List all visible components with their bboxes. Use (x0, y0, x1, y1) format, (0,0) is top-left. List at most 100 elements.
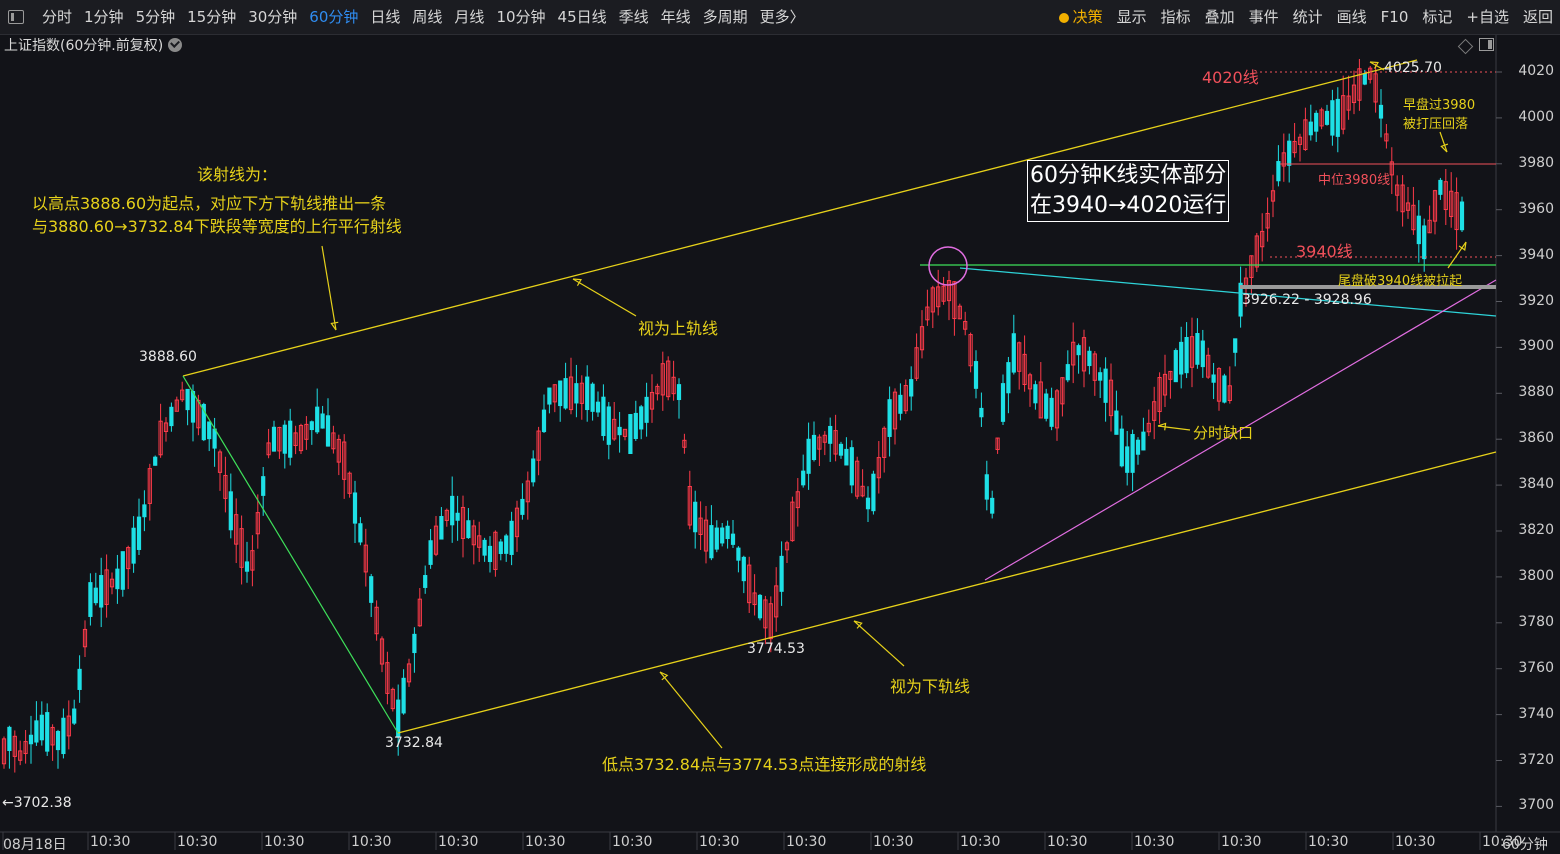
time-tick: 10:30 (177, 834, 218, 850)
candle-body (93, 587, 98, 604)
candle-body (115, 568, 120, 590)
candle-body (757, 594, 763, 619)
time-tick: 10:30 (873, 834, 914, 850)
candle-body (1276, 161, 1281, 182)
toolbar-item-6[interactable]: 画线 (1330, 0, 1374, 34)
toolbar-item-label: 决策 (1072, 8, 1103, 26)
toolbar-item-5[interactable]: 统计 (1286, 0, 1330, 34)
sidebar-toggle-icon[interactable] (8, 10, 24, 24)
tab-8[interactable]: 月线 (448, 0, 490, 34)
price-tick: 3820 (1518, 522, 1554, 538)
candle-body (1459, 201, 1465, 231)
body-range-line-1: 60分钟K线实体部分 (1030, 163, 1227, 188)
tab-10[interactable]: 45日线 (552, 0, 613, 34)
candle-body (806, 438, 811, 474)
check-icon[interactable] (168, 38, 183, 52)
candle-body (153, 456, 158, 466)
candle-body (1141, 431, 1146, 451)
tab-4[interactable]: 30分钟 (242, 0, 303, 34)
candle-body (1125, 446, 1130, 473)
tab-1[interactable]: 1分钟 (78, 0, 130, 34)
morning-note-1: 早盘过3980 (1403, 98, 1476, 113)
candle-body (1087, 350, 1092, 367)
gap-range-label: 3926.22 - 3928.96 (1242, 292, 1372, 308)
tab-11[interactable]: 季线 (613, 0, 655, 34)
candle-body (88, 582, 93, 617)
candle-body (828, 425, 833, 444)
candle-body (531, 458, 536, 483)
candle-body (271, 426, 277, 452)
candle-body (644, 396, 649, 423)
candle-body (120, 551, 125, 590)
tab-2[interactable]: 5分钟 (130, 0, 182, 34)
candle-body (99, 575, 104, 608)
candle-body (7, 726, 12, 752)
candle-body (1076, 345, 1081, 356)
candle-body (871, 473, 876, 512)
price-tick: 3980 (1518, 154, 1554, 171)
toolbar-item-10[interactable]: 返回 (1516, 0, 1560, 34)
toolbar-item-8[interactable]: 标记 (1415, 0, 1459, 34)
candle-body (990, 497, 995, 514)
candle-body (811, 434, 817, 461)
time-tick: 10:30 (612, 834, 653, 850)
line-4020-label: 4020线 (1202, 68, 1259, 87)
body-range-line-2: 在3940→4020运行 (1030, 193, 1227, 218)
candle-body (1287, 140, 1292, 166)
tab-3[interactable]: 15分钟 (181, 0, 242, 34)
tab-0[interactable]: 分时 (36, 0, 78, 34)
ray-title: 该射线为： (197, 165, 278, 184)
tab-14[interactable]: 更多〉 (754, 0, 811, 34)
time-tick: 10:30 (90, 834, 131, 850)
candle-body (838, 443, 844, 456)
toolbar-item-2[interactable]: 指标 (1154, 0, 1198, 34)
time-tick: 10:30 (960, 834, 1001, 850)
tab-12[interactable]: 年线 (655, 0, 697, 34)
lower-rail-arrow (853, 620, 905, 667)
price-tick: 4020 (1518, 63, 1554, 79)
low-3732-label: 3732.84 (385, 735, 443, 751)
candle-body (212, 428, 217, 449)
tab-13[interactable]: 多周期 (697, 0, 754, 34)
candlestick-chart[interactable] (0, 0, 1560, 850)
candle-body (423, 575, 428, 588)
low-ray-label: 低点3732.84点与3774.53点连接形成的射线 (602, 755, 927, 774)
candle-body (136, 516, 142, 550)
time-tick: 10:30 (1221, 834, 1262, 850)
candle-body (1011, 333, 1016, 373)
candle-body (325, 415, 331, 447)
candle-body (606, 406, 611, 445)
high-3888-label: 3888.60 (139, 349, 197, 365)
candle-body (736, 547, 741, 561)
candle-body (482, 539, 487, 556)
body-range-box: 60分钟K线实体部分 在3940→4020运行 (1027, 160, 1230, 222)
toolbar-item-4[interactable]: 事件 (1242, 0, 1286, 34)
candle-body (1211, 374, 1216, 383)
price-tick: 3900 (1518, 338, 1554, 355)
tab-6[interactable]: 日线 (364, 0, 406, 34)
candle-body (352, 492, 358, 524)
toolbar-item-9[interactable]: +自选 (1459, 0, 1516, 34)
candle-body (309, 421, 314, 431)
candle-body (1184, 337, 1189, 374)
candle-body (639, 406, 644, 430)
period-toolbar: 分时 1分钟 5分钟 15分钟 30分钟 60分钟 日线 周线 月线 10分钟 45日线 季线 年线 多周… (0, 0, 1560, 35)
candle-body (628, 414, 633, 454)
candle-body (439, 516, 444, 540)
time-tick: 10:30 (438, 834, 479, 850)
candle-body (1330, 100, 1335, 136)
candle-body (1173, 350, 1178, 383)
panel-icon[interactable] (1479, 38, 1494, 51)
toolbar-item-3[interactable]: 叠加 (1198, 0, 1242, 34)
candle-body (541, 409, 547, 433)
tab-5[interactable]: 60分钟 (303, 0, 364, 34)
candle-body (1378, 104, 1384, 119)
candle-body (849, 447, 854, 486)
toolbar-item-0[interactable]: 决策 (1052, 0, 1110, 34)
toolbar-item-1[interactable]: 显示 (1110, 0, 1154, 34)
diamond-icon[interactable] (1457, 38, 1474, 55)
candle-body (1114, 410, 1119, 435)
tab-7[interactable]: 周线 (406, 0, 448, 34)
toolbar-item-7[interactable]: F10 (1374, 0, 1416, 34)
tab-9[interactable]: 10分钟 (490, 0, 551, 34)
